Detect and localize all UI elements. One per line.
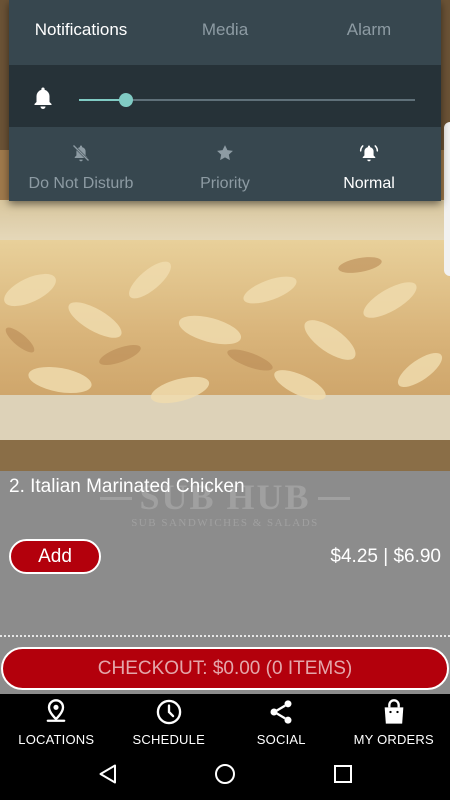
home-circle-icon xyxy=(215,764,235,784)
shopping-bag-icon xyxy=(384,699,404,724)
tab-label-schedule: SCHEDULE xyxy=(132,732,205,747)
recents-button[interactable] xyxy=(331,762,355,786)
clock-icon xyxy=(156,699,181,725)
checkout-button[interactable]: CHECKOUT: $0.00 (0 ITEMS) xyxy=(1,647,449,690)
divider xyxy=(0,635,450,637)
tab-social[interactable]: SOCIAL xyxy=(225,694,338,748)
mode-label-normal: Normal xyxy=(343,175,395,192)
watermark-line-right xyxy=(318,497,350,500)
tab-notifications[interactable]: Notifications xyxy=(9,0,153,60)
mode-label-dnd: Do Not Disturb xyxy=(28,175,134,192)
location-pin-icon xyxy=(46,699,66,722)
system-navigation-bar xyxy=(0,748,450,800)
tab-label-locations: LOCATIONS xyxy=(18,732,95,747)
share-icon xyxy=(270,700,292,724)
item-title: 2. Italian Marinated Chicken xyxy=(9,476,245,497)
tab-locations[interactable]: LOCATIONS xyxy=(0,694,113,748)
bell-ring-icon xyxy=(359,145,379,162)
mode-label-priority: Priority xyxy=(200,175,250,192)
tab-my-orders[interactable]: MY ORDERS xyxy=(338,694,450,748)
mode-normal[interactable]: Normal xyxy=(297,127,441,201)
star-icon xyxy=(217,145,233,161)
add-button[interactable]: Add xyxy=(9,539,101,574)
recents-square-icon xyxy=(334,765,352,783)
item-price: $4.25 | $6.90 xyxy=(330,546,441,567)
tab-schedule[interactable]: SCHEDULE xyxy=(113,694,226,748)
mode-priority[interactable]: Priority xyxy=(153,127,297,201)
volume-stream-tabs: Notifications Media Alarm xyxy=(9,0,441,60)
tab-label-social: SOCIAL xyxy=(256,732,306,747)
ringer-modes: Do Not Disturb Priority Normal xyxy=(9,127,441,201)
back-triangle-icon xyxy=(99,764,116,784)
back-button[interactable] xyxy=(96,762,120,786)
volume-slider-row xyxy=(9,65,441,127)
volume-panel: Notifications Media Alarm Do Not Disturb xyxy=(9,0,441,201)
watermark-tagline: SUB SANDWICHES & SALADS xyxy=(131,517,319,529)
checkout-area: CHECKOUT: $0.00 (0 ITEMS) xyxy=(0,647,450,694)
home-button[interactable] xyxy=(213,762,237,786)
bell-icon[interactable] xyxy=(31,85,55,111)
mode-do-not-disturb[interactable]: Do Not Disturb xyxy=(9,127,153,201)
edge-panel-handle[interactable] xyxy=(444,122,450,276)
volume-slider-thumb[interactable] xyxy=(119,93,134,107)
bottom-tab-bar: LOCATIONS SCHEDULE SOCIAL MY ORDERS xyxy=(0,694,450,748)
volume-slider[interactable] xyxy=(79,93,415,107)
tab-label-my-orders: MY ORDERS xyxy=(353,732,434,747)
menu-item-card: SUB HUB SUB SANDWICHES & SALADS 2. Itali… xyxy=(0,471,450,647)
tab-alarm[interactable]: Alarm xyxy=(297,0,441,60)
tab-media[interactable]: Media xyxy=(153,0,297,60)
bell-off-icon xyxy=(72,144,90,162)
